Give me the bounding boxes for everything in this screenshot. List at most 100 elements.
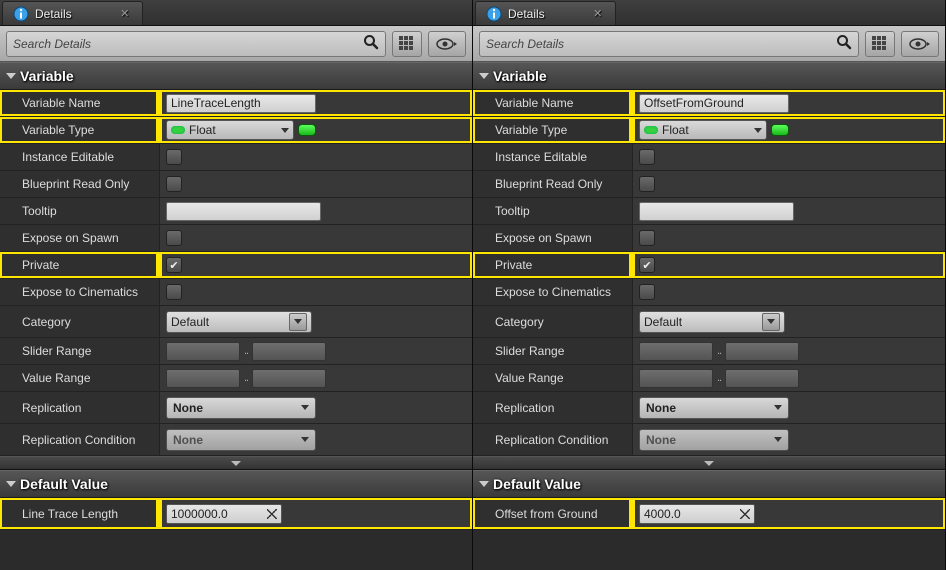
input-tooltip[interactable]: [639, 202, 794, 221]
input-slider-min[interactable]: [639, 342, 713, 361]
details-panel-right: Details ✕ Search Details Variable Variab…: [473, 0, 946, 570]
type-container-button[interactable]: [298, 124, 316, 136]
label-default-value: Line Trace Length: [0, 498, 160, 529]
info-icon: [486, 6, 502, 22]
section-title: Variable: [493, 68, 547, 84]
search-input[interactable]: Search Details: [6, 31, 386, 57]
checkbox-blueprint-readonly[interactable]: [639, 176, 655, 192]
section-header-variable[interactable]: Variable: [473, 62, 945, 90]
label-instance-editable: Instance Editable: [0, 144, 160, 170]
expand-advanced-button[interactable]: [0, 456, 472, 470]
collapse-icon: [6, 481, 16, 487]
checkbox-instance-editable[interactable]: [166, 149, 182, 165]
row-private: Private: [473, 252, 945, 279]
combo-replication-condition[interactable]: None: [639, 429, 789, 451]
checkbox-blueprint-readonly[interactable]: [166, 176, 182, 192]
combo-replication[interactable]: None: [166, 397, 316, 419]
row-replication: Replication None: [0, 392, 472, 424]
label-value-range: Value Range: [473, 365, 633, 391]
section-header-variable[interactable]: Variable: [0, 62, 472, 90]
combo-variable-type[interactable]: Float: [639, 120, 767, 140]
input-variable-name[interactable]: OffsetFromGround: [639, 94, 789, 113]
checkbox-private[interactable]: [639, 257, 655, 273]
collapse-icon: [479, 481, 489, 487]
input-value-min[interactable]: [166, 369, 240, 388]
input-tooltip[interactable]: [166, 202, 321, 221]
visibility-button[interactable]: [901, 31, 939, 57]
input-slider-max[interactable]: [725, 342, 799, 361]
checkbox-expose-cinematics[interactable]: [166, 284, 182, 300]
grid-view-button[interactable]: [865, 31, 895, 57]
combo-variable-type[interactable]: Float: [166, 120, 294, 140]
chevron-down-icon: [231, 461, 241, 466]
type-pill-icon: [171, 126, 185, 134]
type-container-button[interactable]: [771, 124, 789, 136]
input-variable-name[interactable]: LineTraceLength: [166, 94, 316, 113]
collapse-icon: [479, 73, 489, 79]
row-blueprint-readonly: Blueprint Read Only: [473, 171, 945, 198]
label-variable-type: Variable Type: [473, 117, 633, 143]
checkbox-expose-spawn[interactable]: [166, 230, 182, 246]
tab-details[interactable]: Details ✕: [475, 1, 616, 25]
combo-replication[interactable]: None: [639, 397, 789, 419]
input-value-max[interactable]: [252, 369, 326, 388]
section-title: Default Value: [20, 476, 108, 492]
replication-cond-value: None: [173, 433, 203, 447]
label-slider-range: Slider Range: [0, 338, 160, 364]
row-variable-type: Variable Type Float: [0, 117, 472, 144]
visibility-button[interactable]: [428, 31, 466, 57]
chevron-down-icon: [762, 313, 780, 331]
row-replication-condition: Replication Condition None: [0, 424, 472, 456]
label-tooltip: Tooltip: [0, 198, 160, 224]
row-expose-spawn: Expose on Spawn: [473, 225, 945, 252]
search-input[interactable]: Search Details: [479, 31, 859, 57]
combo-category[interactable]: Default: [166, 311, 312, 333]
chevron-down-icon: [301, 437, 309, 442]
label-default-value: Offset from Ground: [473, 498, 633, 529]
row-blueprint-readonly: Blueprint Read Only: [0, 171, 472, 198]
section-header-default-value[interactable]: Default Value: [0, 470, 472, 498]
checkbox-instance-editable[interactable]: [639, 149, 655, 165]
range-dots: ..: [717, 372, 721, 384]
row-variable-type: Variable Type Float: [473, 117, 945, 144]
row-default-value: Line Trace Length 1000000.0: [0, 498, 472, 530]
range-dots: ..: [244, 345, 248, 357]
input-slider-max[interactable]: [252, 342, 326, 361]
row-value-range: Value Range ..: [473, 365, 945, 392]
input-value-max[interactable]: [725, 369, 799, 388]
close-icon[interactable]: ✕: [118, 7, 132, 21]
row-instance-editable: Instance Editable: [0, 144, 472, 171]
section-header-default-value[interactable]: Default Value: [473, 470, 945, 498]
input-default-value[interactable]: 4000.0: [639, 504, 755, 524]
drag-icon[interactable]: [267, 509, 277, 519]
label-variable-name: Variable Name: [0, 90, 160, 116]
chevron-down-icon: [289, 313, 307, 331]
label-replication-condition: Replication Condition: [0, 424, 160, 455]
input-value-min[interactable]: [639, 369, 713, 388]
row-category: Category Default: [0, 306, 472, 338]
search-icon: [363, 34, 379, 53]
label-expose-cinematics: Expose to Cinematics: [473, 279, 633, 305]
details-panel-left: Details ✕ Search Details Variable Variab…: [0, 0, 473, 570]
expand-advanced-button[interactable]: [473, 456, 945, 470]
label-expose-spawn: Expose on Spawn: [473, 225, 633, 251]
row-slider-range: Slider Range ..: [0, 338, 472, 365]
search-icon: [836, 34, 852, 53]
row-variable-name: Variable Name OffsetFromGround: [473, 90, 945, 117]
checkbox-private[interactable]: [166, 257, 182, 273]
search-row: Search Details: [473, 26, 945, 62]
checkbox-expose-spawn[interactable]: [639, 230, 655, 246]
input-default-value[interactable]: 1000000.0: [166, 504, 282, 524]
combo-category[interactable]: Default: [639, 311, 785, 333]
checkbox-expose-cinematics[interactable]: [639, 284, 655, 300]
row-replication: Replication None: [473, 392, 945, 424]
input-slider-min[interactable]: [166, 342, 240, 361]
variable-rows: Variable Name OffsetFromGround Variable …: [473, 90, 945, 456]
drag-icon[interactable]: [740, 509, 750, 519]
label-tooltip: Tooltip: [473, 198, 633, 224]
tab-details[interactable]: Details ✕: [2, 1, 143, 25]
close-icon[interactable]: ✕: [591, 7, 605, 21]
combo-replication-condition[interactable]: None: [166, 429, 316, 451]
grid-view-button[interactable]: [392, 31, 422, 57]
tab-label: Details: [508, 7, 545, 21]
